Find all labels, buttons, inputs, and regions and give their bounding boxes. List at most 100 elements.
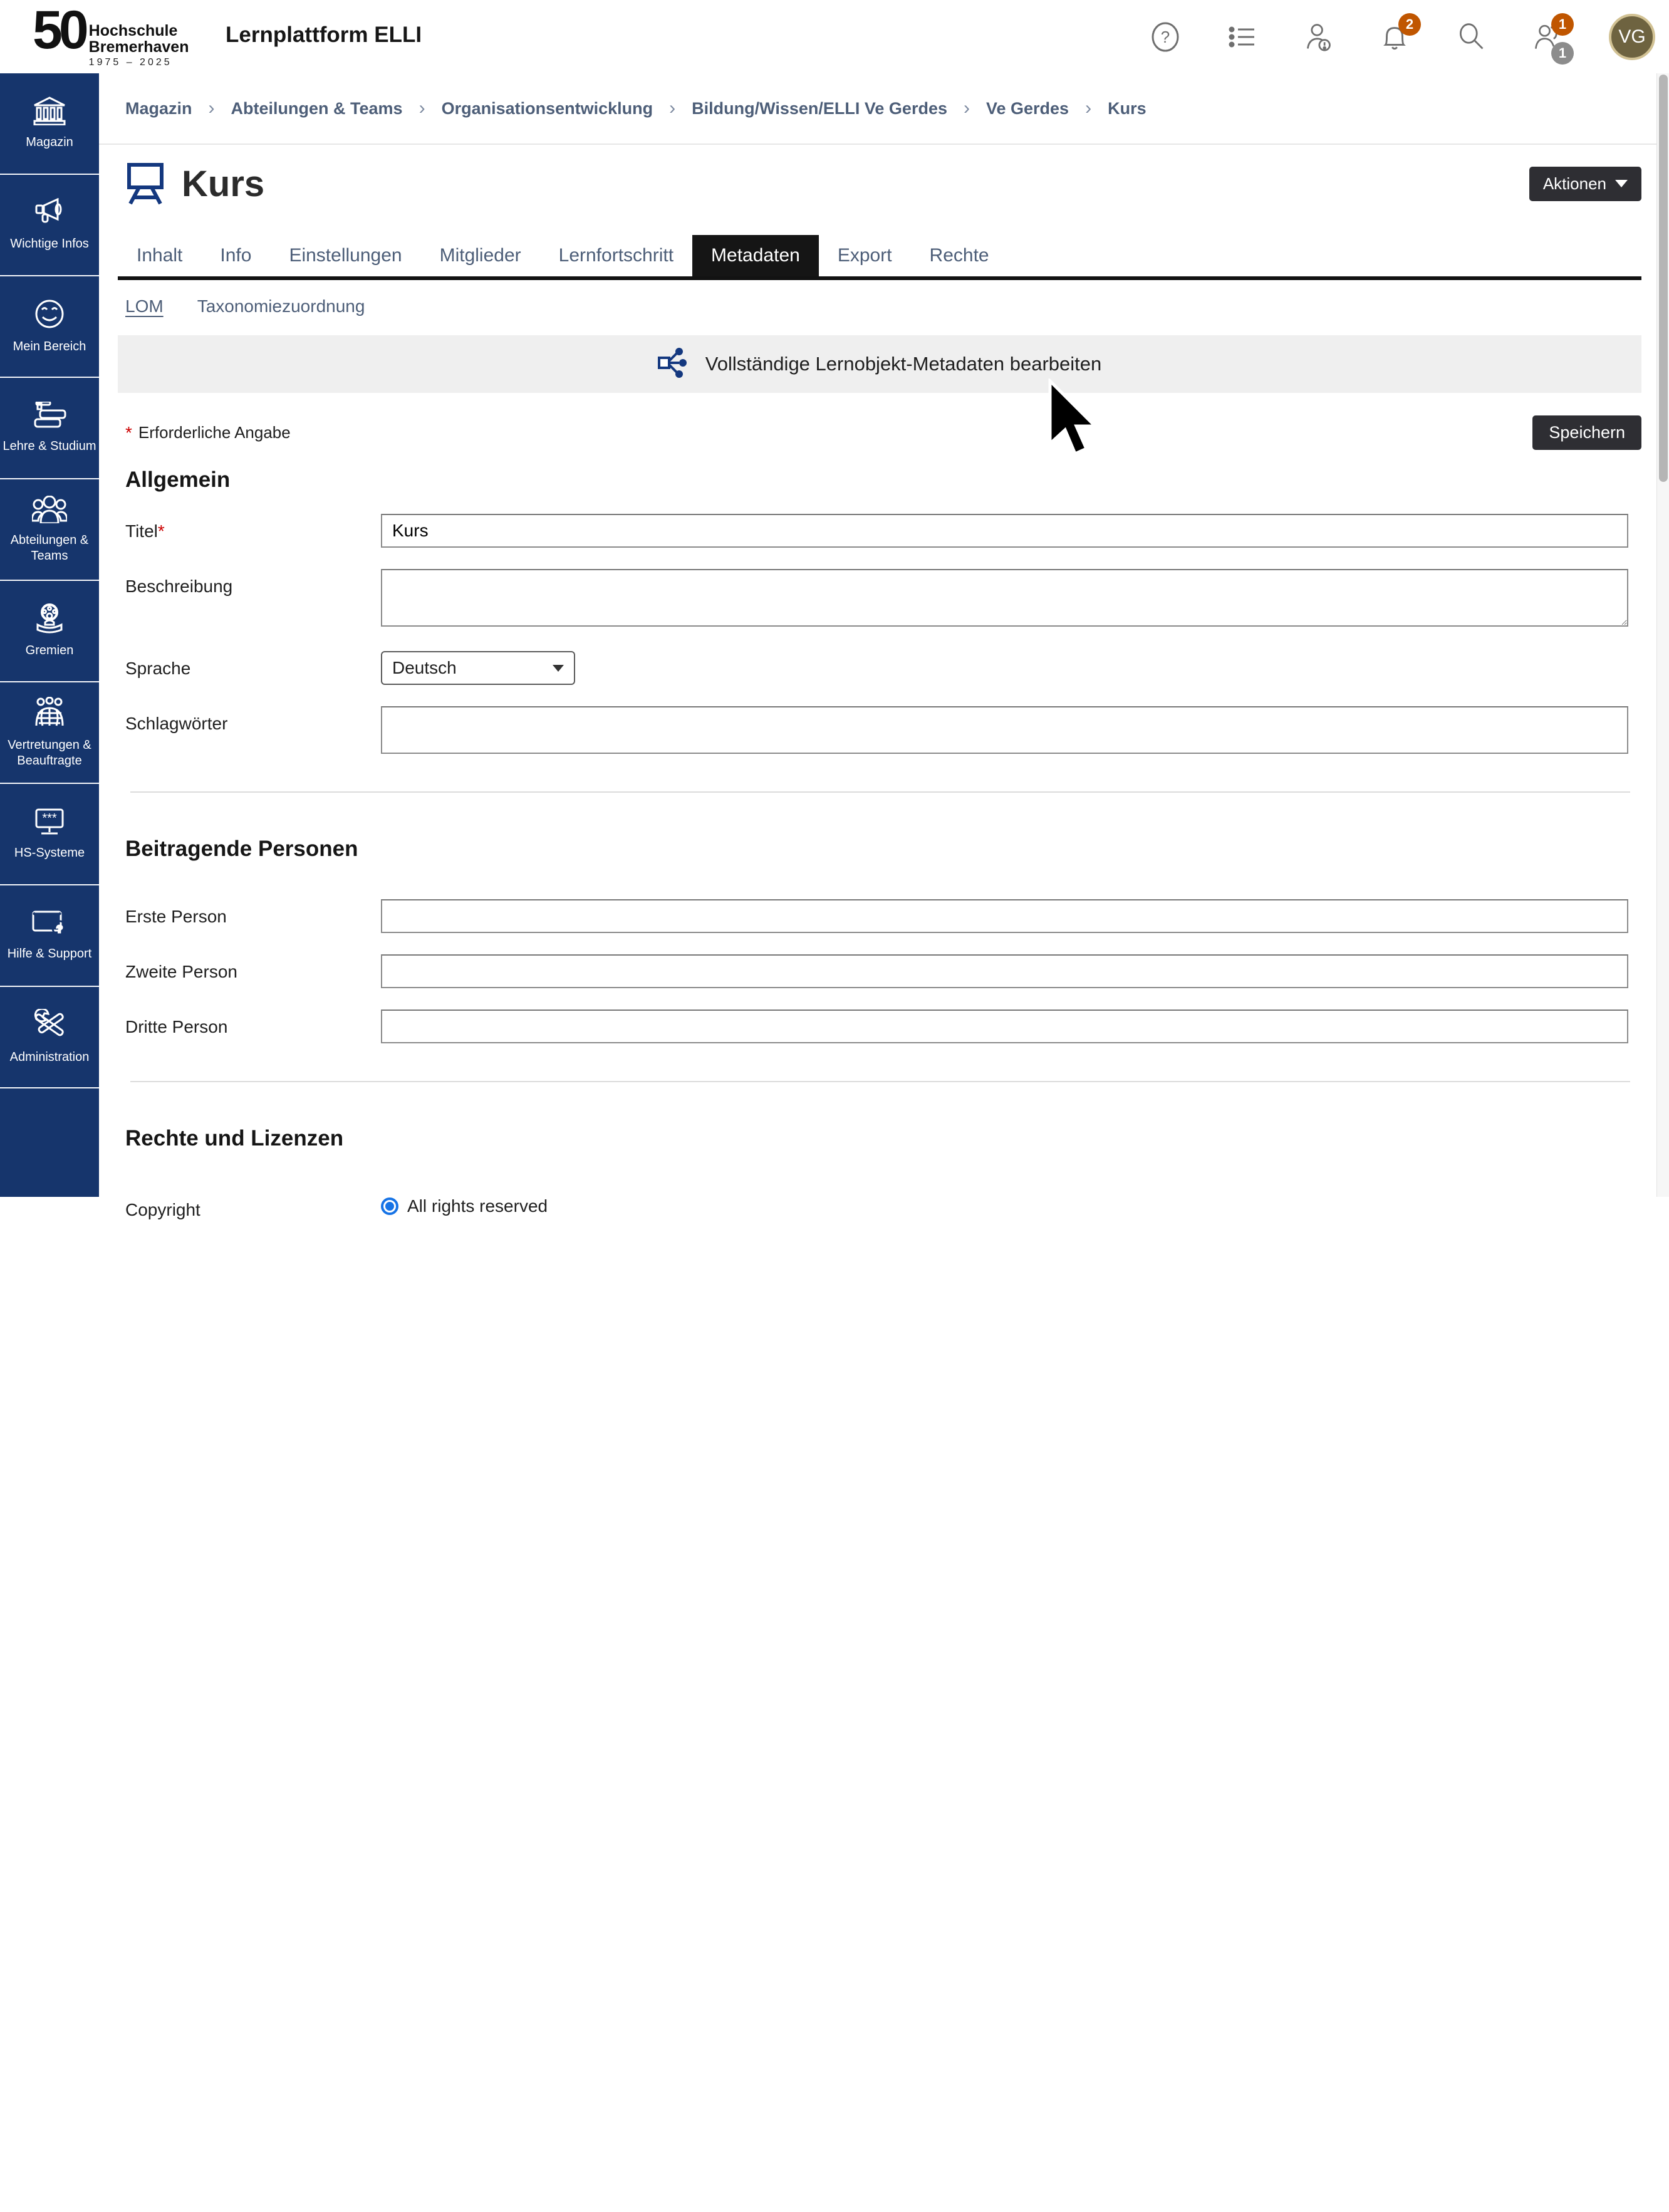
logo-50: 50 [33, 6, 85, 55]
sidebar-item-wichtige-infos[interactable]: Wichtige Infos [0, 175, 99, 276]
subtab-bar: LOM Taxonomiezuordnung [99, 280, 1656, 316]
svg-text:***: *** [42, 811, 57, 825]
breadcrumb-item[interactable]: Magazin [125, 99, 192, 118]
tab-rechte[interactable]: Rechte [911, 235, 1008, 276]
section-title-rechte: Rechte und Lizenzen [125, 1126, 1656, 1151]
breadcrumb-item[interactable]: Ve Gerdes [986, 99, 1069, 118]
sidebar-item-magazin[interactable]: Magazin [0, 73, 99, 175]
copyright-radio-label: All rights reserved [407, 1196, 548, 1216]
tab-lernfortschritt[interactable]: Lernfortschritt [540, 235, 692, 276]
sidebar-item-lehre-studium[interactable]: Lehre & Studium [0, 378, 99, 479]
breadcrumb-item[interactable]: Kurs [1108, 99, 1146, 118]
tab-bar: Inhalt Info Einstellungen Mitglieder Ler… [118, 235, 1641, 280]
section-title-beitragende: Beitragende Personen [125, 837, 1656, 862]
mail-question-icon: ? [32, 909, 67, 940]
save-button[interactable]: Speichern [1532, 415, 1641, 450]
bell-badge: 2 [1398, 13, 1421, 36]
person-alert-icon[interactable] [1303, 22, 1333, 52]
books-icon [33, 402, 66, 432]
dritte-person-input[interactable] [381, 1009, 1628, 1043]
tools-icon [34, 1009, 65, 1043]
committee-icon [33, 603, 66, 637]
actions-button[interactable]: Aktionen [1529, 167, 1641, 201]
sidebar-item-abteilungen-teams[interactable]: Abteilungen & Teams [0, 479, 99, 581]
svg-text:?: ? [1161, 28, 1170, 46]
contacts-badge-top: 1 [1551, 13, 1574, 36]
breadcrumb-separator: › [209, 98, 215, 119]
schlagwoerter-input[interactable] [381, 706, 1628, 754]
avatar[interactable]: VG [1609, 14, 1655, 60]
smiley-icon [34, 298, 65, 333]
app-title: Lernplattform ELLI [226, 23, 422, 48]
titel-label: Titel* [125, 514, 381, 541]
chevron-down-icon [1615, 180, 1628, 187]
logo-years: 1975 – 2025 [89, 57, 189, 68]
sidebar-item-label: Hilfe & Support [8, 946, 92, 962]
sprache-select[interactable]: Deutsch [381, 651, 575, 685]
notifications-bell-icon[interactable]: 2 [1380, 22, 1410, 52]
zweite-person-label: Zweite Person [125, 954, 381, 982]
breadcrumb-separator: › [669, 98, 675, 119]
sidebar-item-hs-systeme[interactable]: *** HS-Systeme [0, 784, 99, 885]
subtab-lom[interactable]: LOM [125, 296, 164, 316]
sidebar-item-vertretungen[interactable]: Vertretungen & Beauftragte [0, 682, 99, 784]
sidebar-item-label: Administration [10, 1050, 90, 1065]
metadata-hub-icon [658, 347, 690, 382]
sprache-label: Sprache [125, 651, 381, 679]
sidebar-item-label: Vertretungen & Beauftragte [3, 738, 96, 769]
logo-name-line1: Hochschule [89, 23, 189, 39]
top-header: 50 Hochschule Bremerhaven 1975 – 2025 Le… [0, 0, 1669, 73]
scrollbar-thumb[interactable] [1659, 75, 1668, 482]
required-asterisk: * [125, 423, 132, 443]
breadcrumb-separator: › [1085, 98, 1091, 119]
sidebar-item-label: Gremien [26, 643, 74, 659]
breadcrumb-bar: Magazin › Abteilungen & Teams › Organisa… [99, 73, 1656, 145]
beschreibung-textarea[interactable] [381, 569, 1628, 627]
tab-einstellungen[interactable]: Einstellungen [270, 235, 420, 276]
full-metadata-link-label: Vollständige Lernobjekt-Metadaten bearbe… [705, 353, 1102, 375]
breadcrumb-item[interactable]: Bildung/Wissen/ELLI Ve Gerdes [692, 99, 947, 118]
tab-mitglieder[interactable]: Mitglieder [421, 235, 540, 276]
tab-inhalt[interactable]: Inhalt [118, 235, 201, 276]
logo-name-line2: Bremerhaven [89, 39, 189, 55]
contacts-badge-bottom: 1 [1551, 42, 1574, 65]
zweite-person-input[interactable] [381, 954, 1628, 988]
sidebar-item-label: Wichtige Infos [10, 236, 89, 252]
sidebar-filler [0, 1088, 99, 2212]
help-icon[interactable]: ? [1150, 22, 1180, 52]
full-metadata-link[interactable]: Vollständige Lernobjekt-Metadaten bearbe… [118, 335, 1641, 393]
erste-person-label: Erste Person [125, 899, 381, 927]
list-icon[interactable] [1227, 22, 1257, 52]
main-sidebar: Magazin Wichtige Infos Mein Bereich Lehr… [0, 73, 99, 1197]
chevron-down-icon [553, 665, 564, 672]
tab-metadaten[interactable]: Metadaten [692, 235, 819, 276]
sprache-select-value: Deutsch [392, 658, 457, 678]
monitor-icon: *** [33, 807, 66, 839]
breadcrumb-item[interactable]: Abteilungen & Teams [231, 99, 403, 118]
tab-info[interactable]: Info [201, 235, 270, 276]
schlagwoerter-label: Schlagwörter [125, 706, 381, 734]
university-logo: 50 Hochschule Bremerhaven 1975 – 2025 [33, 6, 189, 68]
globe-people-icon [33, 697, 66, 731]
actions-button-label: Aktionen [1543, 174, 1606, 194]
sidebar-item-hilfe-support[interactable]: ? Hilfe & Support [0, 885, 99, 987]
contacts-icon[interactable]: 1 1 [1532, 22, 1562, 52]
breadcrumb: Magazin › Abteilungen & Teams › Organisa… [125, 98, 1146, 119]
course-board-icon [125, 161, 165, 206]
sidebar-item-label: Abteilungen & Teams [3, 533, 96, 564]
megaphone-icon [33, 198, 66, 230]
erste-person-input[interactable] [381, 899, 1628, 933]
breadcrumb-item[interactable]: Organisationsentwicklung [442, 99, 653, 118]
titel-input[interactable] [381, 514, 1628, 548]
section-title-allgemein: Allgemein [125, 467, 1656, 493]
copyright-radio[interactable] [381, 1197, 398, 1215]
search-icon[interactable] [1456, 22, 1486, 52]
breadcrumb-separator: › [964, 98, 970, 119]
sidebar-item-mein-bereich[interactable]: Mein Bereich [0, 276, 99, 378]
sidebar-item-administration[interactable]: Administration [0, 987, 99, 1088]
bank-icon [33, 97, 66, 128]
sidebar-item-gremien[interactable]: Gremien [0, 581, 99, 682]
subtab-taxonomiezuordnung[interactable]: Taxonomiezuordnung [197, 296, 365, 316]
tab-export[interactable]: Export [819, 235, 911, 276]
dritte-person-label: Dritte Person [125, 1009, 381, 1037]
